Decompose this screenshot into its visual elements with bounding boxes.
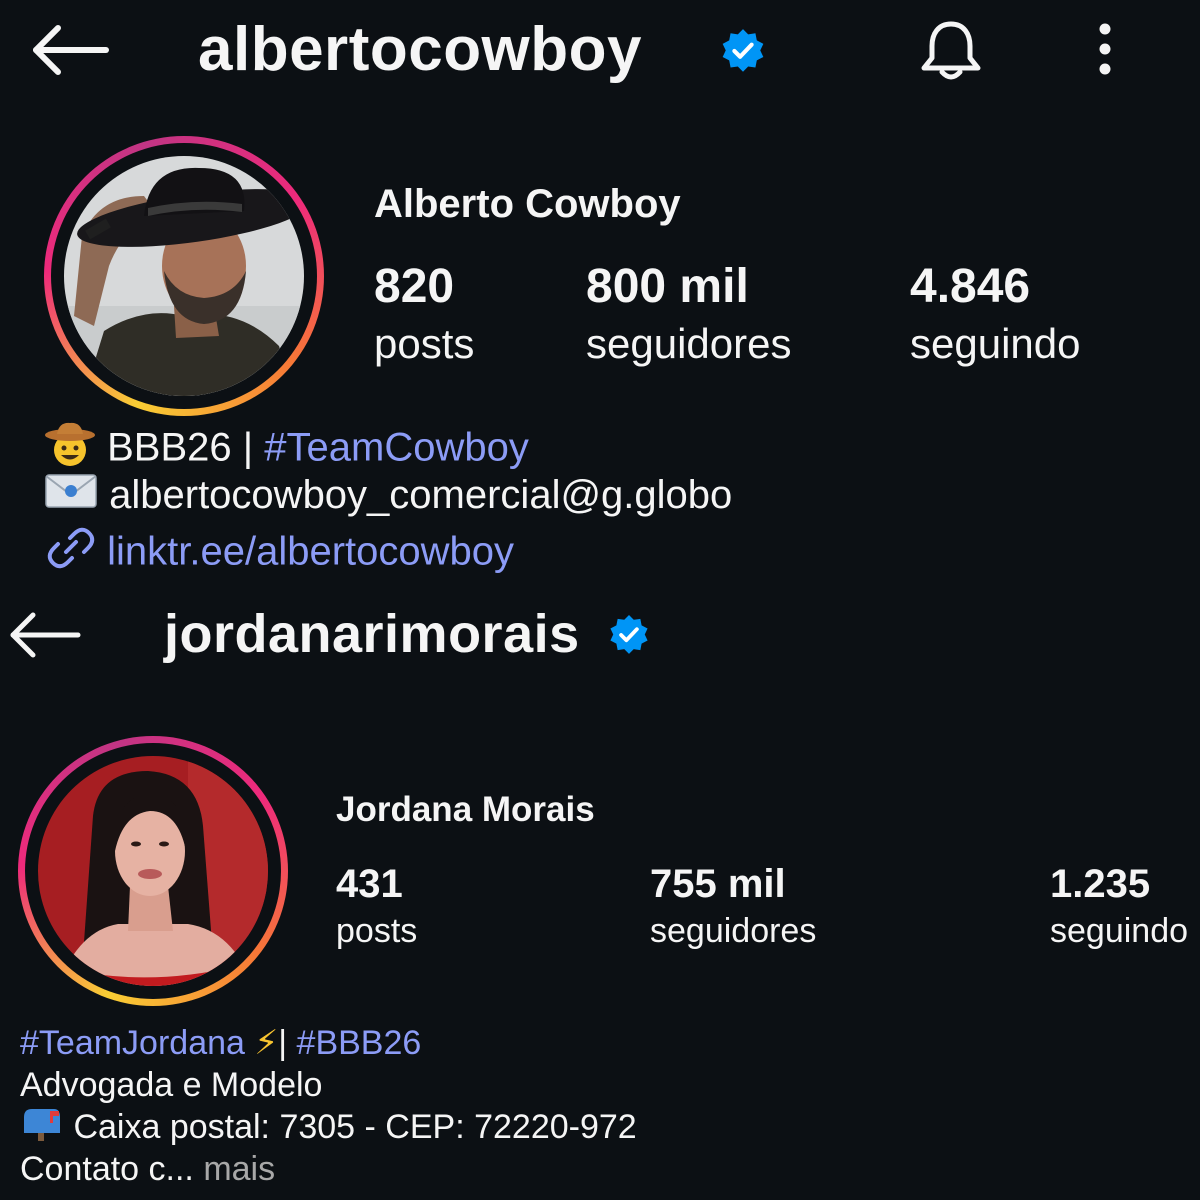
stat-label: posts: [374, 320, 475, 367]
back-arrow-icon[interactable]: [30, 22, 110, 78]
stat-following[interactable]: 4.846 seguindo: [910, 258, 1080, 372]
bio-text: BBB26 |: [107, 425, 265, 470]
avatar: [64, 156, 304, 396]
stat-label: seguindo: [910, 320, 1081, 367]
lightning-emoji: ⚡: [254, 1024, 279, 1062]
bio-truncated-text: Contato c...: [20, 1150, 194, 1188]
bio-line-2: Advogada e Modelo: [20, 1066, 323, 1104]
bio-line-2: albertocowboy_comercial@g.globo: [44, 470, 732, 523]
mailbox-emoji: [20, 1107, 64, 1151]
stat-followers[interactable]: 800 mil seguidores: [586, 258, 791, 372]
profile-jordanarimorais: jordanarimorais Jordana Morais 431 posts…: [0, 600, 1200, 1200]
stat-value: 4.846: [910, 260, 1031, 313]
hashtag-link[interactable]: #TeamJordana: [20, 1024, 245, 1062]
avatar: [38, 756, 268, 986]
bio-link-text[interactable]: linktr.ee/albertocowboy: [107, 530, 514, 574]
verified-badge-icon: [608, 614, 650, 656]
verified-badge-icon: [720, 28, 766, 74]
more-link[interactable]: mais: [203, 1150, 275, 1188]
stat-following[interactable]: 1.235 seguindo: [1050, 860, 1188, 954]
stat-label: seguidores: [586, 320, 792, 367]
profile-albertocowboy: albertocowboy Alberto Cowboy 820 posts 8…: [0, 0, 1200, 600]
stat-value: 800 mil: [586, 260, 749, 313]
profile-full-name: Alberto Cowboy: [374, 182, 681, 226]
back-arrow-icon[interactable]: [8, 608, 82, 662]
stat-value: 755 mil: [650, 862, 786, 906]
avatar-story-ring[interactable]: [18, 736, 288, 1006]
bio-separator: |: [278, 1024, 288, 1062]
stat-value: 431: [336, 862, 403, 906]
hashtag-link[interactable]: #BBB26: [297, 1024, 422, 1062]
link-icon: [44, 526, 96, 582]
profile-username: albertocowboy: [198, 15, 643, 84]
bio-address: Caixa postal: 7305 - CEP: 72220-972: [73, 1108, 637, 1146]
stat-posts[interactable]: 820 posts: [374, 258, 474, 372]
stat-label: seguindo: [1050, 912, 1189, 950]
more-options-icon[interactable]: [1090, 20, 1120, 80]
stat-label: posts: [336, 912, 418, 950]
bio-line-1: #TeamJordana ⚡| #BBB26: [20, 1022, 421, 1064]
bio-link[interactable]: linktr.ee/albertocowboy: [44, 526, 514, 582]
stat-posts[interactable]: 431 posts: [336, 860, 417, 954]
stat-value: 1.235: [1050, 862, 1151, 906]
stat-followers[interactable]: 755 mil seguidores: [650, 860, 816, 954]
stat-label: seguidores: [650, 912, 817, 950]
bell-icon[interactable]: [916, 16, 986, 86]
avatar-story-ring[interactable]: [44, 136, 324, 416]
bio-email: albertocowboy_comercial@g.globo: [109, 473, 733, 517]
profile-full-name: Jordana Morais: [336, 790, 595, 829]
envelope-emoji: [44, 471, 98, 523]
bio-line-4: Contato c... mais: [20, 1148, 275, 1190]
profile-username: jordanarimorais: [164, 604, 580, 664]
stat-value: 820: [374, 260, 455, 313]
bio-line-3: Caixa postal: 7305 - CEP: 72220-972: [20, 1106, 637, 1151]
hashtag-link[interactable]: #TeamCowboy: [264, 426, 529, 470]
